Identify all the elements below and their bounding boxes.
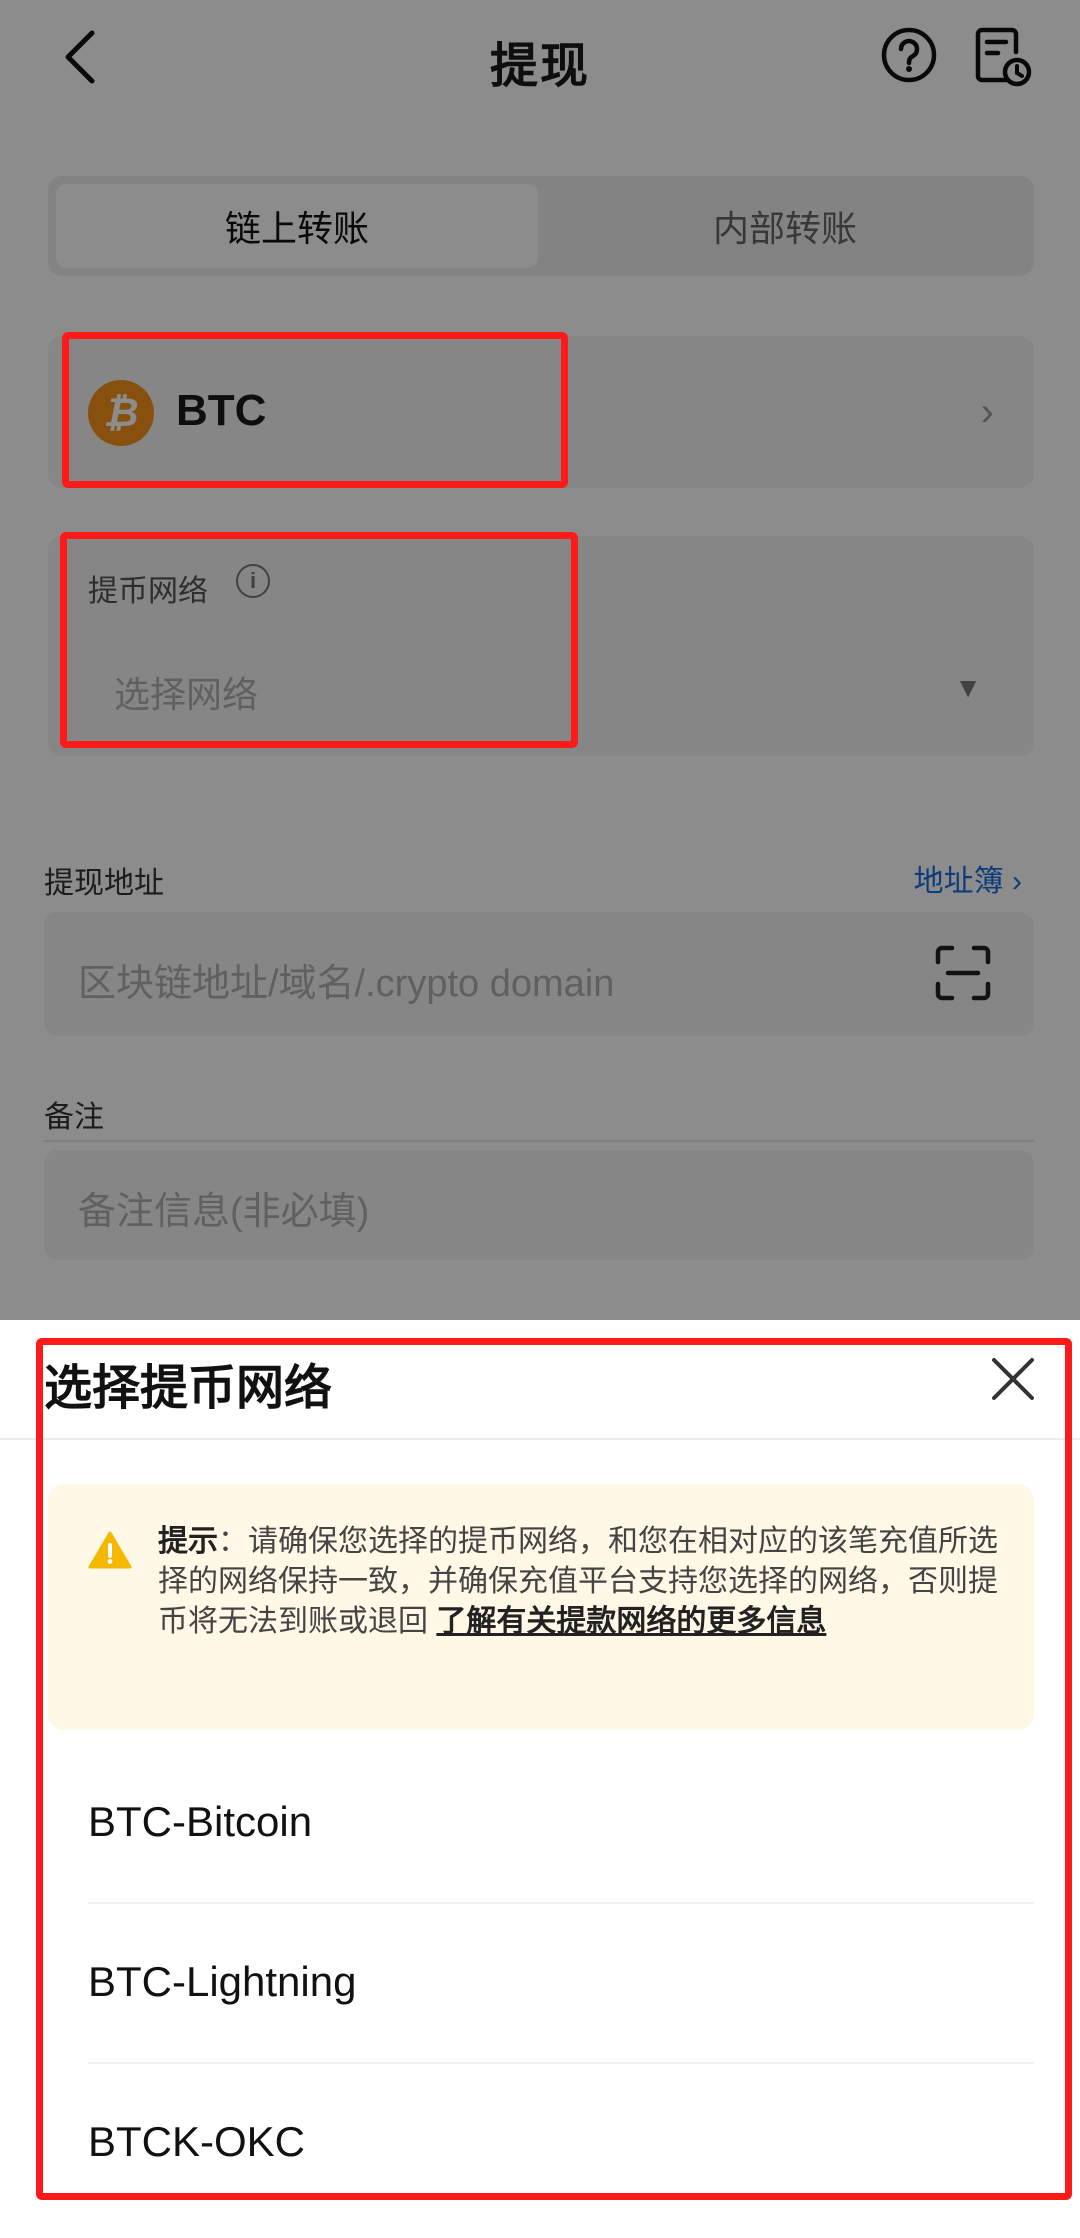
option-divider xyxy=(88,1902,1034,1904)
warning-icon xyxy=(88,1531,132,1569)
withdraw-page: 提现 链上转账 内部转账 ₿ BTC › 提币网络 i 选择网络 ▼ 提现地址 … xyxy=(0,0,1080,1320)
learn-more-link[interactable]: 了解有关提款网络的更多信息 xyxy=(436,1605,826,1638)
option-divider xyxy=(88,2062,1034,2064)
network-option-btck-okc[interactable]: BTCK-OKC xyxy=(88,2118,305,2166)
sheet-divider xyxy=(0,1438,1080,1440)
warning-notice: 提示：请确保您选择的提币网络，和您在相对应的该笔充值所选择的网络保持一致，并确保… xyxy=(48,1484,1034,1730)
notice-text: 提示：请确保您选择的提币网络，和您在相对应的该笔充值所选择的网络保持一致，并确保… xyxy=(158,1522,1008,1642)
sheet-title: 选择提币网络 xyxy=(44,1362,333,1415)
notice-title: 提示 xyxy=(158,1525,218,1558)
network-option-btc-lightning[interactable]: BTC-Lightning xyxy=(88,1958,356,2006)
close-icon[interactable] xyxy=(986,1352,1040,1406)
network-picker-sheet: 选择提币网络 提示：请确保您选择的提币网络，和您在相对应的该笔充值所选择的网络保… xyxy=(0,1320,1080,2238)
network-option-btc-bitcoin[interactable]: BTC-Bitcoin xyxy=(88,1798,312,1846)
modal-overlay[interactable] xyxy=(0,0,1080,1320)
highlight-sheet-box xyxy=(36,1338,1072,2200)
